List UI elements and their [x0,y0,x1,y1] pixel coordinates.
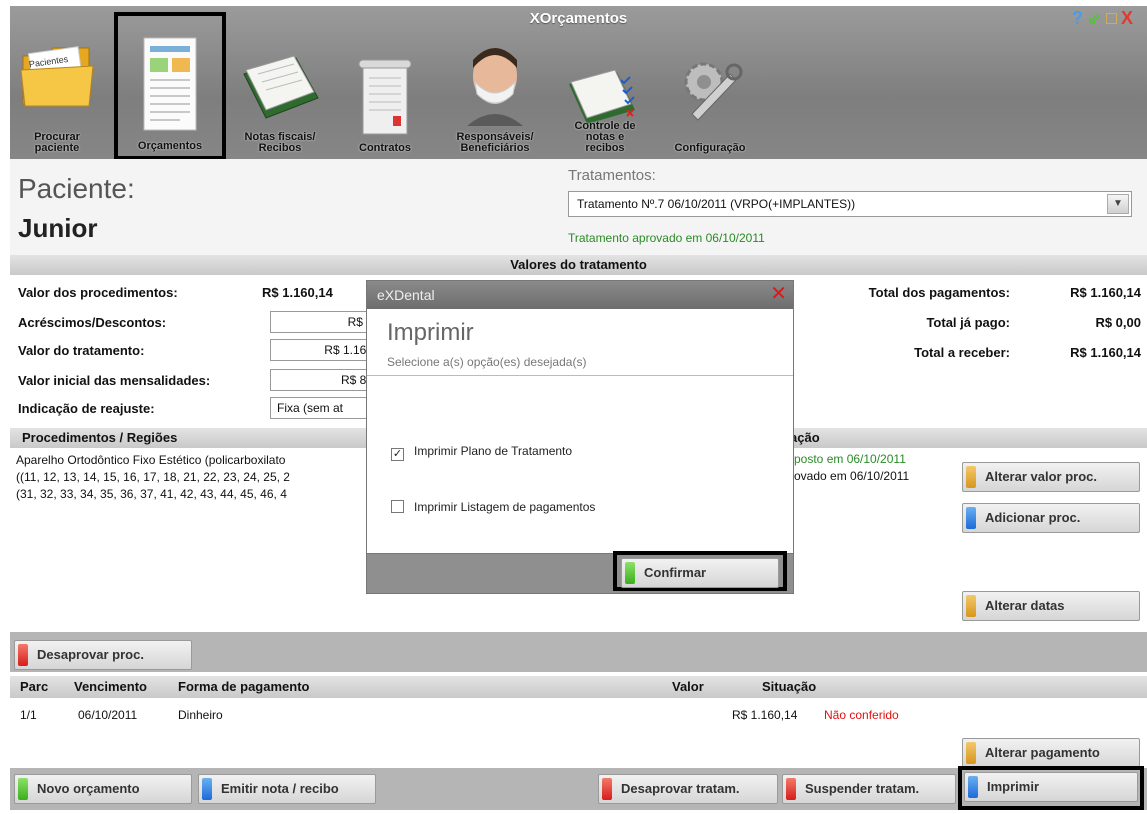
tool-label: Responsáveis/ Beneficiários [456,131,534,154]
suspender-tratam-button[interactable]: Suspender tratam. [782,774,956,804]
situation-header-label: ação [790,430,820,445]
tool-notas-fiscais[interactable]: Notas fiscais/ Recibos [232,18,328,158]
dialog-title-bar: eXDental ✕ [367,281,793,309]
patient-folder-icon: Pacientes [20,46,94,107]
budget-document-icon [143,37,197,131]
col-parc: Parc [20,679,49,694]
adicionar-proc-button[interactable]: Adicionar proc. [962,503,1140,533]
tool-configuracao[interactable]: Configuração [660,18,760,158]
patient-name: Junior [18,213,98,243]
procedure-list[interactable]: Aparelho Ortodôntico Fixo Estético (poli… [16,452,376,503]
receipt-book-icon [243,55,319,119]
close-icon[interactable]: ✕ [770,283,787,305]
procedures-value: R$ 1.160,14 [262,285,333,300]
patient-label: Paciente: [18,173,135,204]
checkbox-icon[interactable] [391,500,404,513]
payments-header: Parc Vencimento Forma de pagamento Valor… [10,676,1147,698]
adjust-label: Acréscimos/Descontos: [18,315,167,330]
settings-tools-icon [684,62,743,121]
monthly-value-label: Valor inicial das mensalidades: [18,373,211,388]
cell-valor: R$ 1.160,14 [732,708,798,722]
procedure-situation: posto em 06/10/2011 [794,452,906,466]
total-payments-value: R$ 1.160,14 [1070,285,1141,300]
option-plano-tratamento[interactable]: ✓ Imprimir Plano de Tratamento [391,444,572,461]
emitir-nota-button[interactable]: Emitir nota / recibo [198,774,376,804]
treatment-selected-value: Tratamento Nº.7 06/10/2011 (VRPO(+IMPLAN… [577,197,856,211]
minimize-icon[interactable]: ⇙ [1087,8,1106,28]
contract-scroll-icon [358,59,412,135]
cell-parc: 1/1 [20,708,37,722]
treatment-status: Tratamento aprovado em 06/10/2011 [568,231,765,245]
tool-label: Notas fiscais/ Recibos [244,131,316,154]
dialog-heading: Imprimir [387,319,474,346]
procedure-situation: ovado em 06/10/2011 [794,469,910,483]
dialog-title: eXDental [377,287,435,303]
tool-label: Configuração [674,142,746,154]
tool-orcamentos[interactable]: Orçamentos [114,12,226,160]
novo-orcamento-button[interactable]: Novo orçamento [14,774,192,804]
print-dialog: eXDental ✕ Imprimir Selecione a(s) opção… [366,280,794,594]
window-controls: ?⇙□X [1072,8,1137,29]
total-paid-value: R$ 0,00 [1095,315,1141,330]
cell-vencimento: 06/10/2011 [78,708,138,722]
reajuste-label: Indicação de reajuste: [18,401,155,416]
option-label: Imprimir Listagem de pagamentos [414,500,596,514]
procedures-value-label: Valor dos procedimentos: [18,285,178,300]
total-paid-label: Total já pago: [926,315,1010,330]
tool-procurar-paciente[interactable]: Pacientes Procurar paciente [12,18,102,158]
treatments-label: Tratamentos: [568,167,656,184]
total-receive-label: Total a receber: [914,345,1010,360]
confirm-highlight: Confirmar [613,551,787,591]
checkbox-checked-icon[interactable]: ✓ [391,448,404,461]
procedure-line: (31, 32, 33, 34, 35, 36, 37, 41, 42, 43,… [16,487,287,501]
tool-controle-notas[interactable]: Controle de notas e recibos [560,18,650,158]
chevron-down-icon[interactable]: ▼ [1107,194,1129,214]
procedure-line: ((11, 12, 13, 14, 15, 16, 17, 18, 21, 22… [16,470,290,484]
cell-situacao: Não conferido [824,708,899,722]
treatment-select[interactable]: Tratamento Nº.7 06/10/2011 (VRPO(+IMPLAN… [568,191,1132,217]
maximize-icon[interactable]: □ [1106,8,1121,28]
main-toolbar: X Orçamentos ?⇙□X Pacientes Procurar paci… [10,6,1147,160]
tool-label: Controle de notas e recibos [574,120,636,154]
cell-forma: Dinheiro [178,708,223,722]
help-icon[interactable]: ? [1072,8,1087,28]
tool-label: Orçamentos [137,140,203,152]
tool-label: Procurar paciente [34,131,80,154]
desaprovar-tratam-button[interactable]: Desaprovar tratam. [598,774,778,804]
alterar-valor-button[interactable]: Alterar valor proc. [962,462,1140,492]
tool-responsaveis[interactable]: Responsáveis/ Beneficiários [442,18,548,158]
total-payments-label: Total dos pagamentos: [868,285,1010,300]
close-icon[interactable]: X [1121,8,1137,28]
col-forma: Forma de pagamento [178,679,310,694]
imprimir-button[interactable]: Imprimir [964,772,1138,802]
procedure-line: Aparelho Ortodôntico Fixo Estético (poli… [16,453,286,467]
tool-contratos[interactable]: Contratos [340,18,430,158]
patient-header: Paciente: Junior Tratamentos: Tratamento… [10,159,1147,255]
confirm-button[interactable]: Confirmar [621,558,779,588]
imprimir-highlight: Imprimir [958,766,1144,810]
alterar-pagamento-button[interactable]: Alterar pagamento [962,738,1140,768]
total-receive-value: R$ 1.160,14 [1070,345,1141,360]
checklist-icon [569,70,635,124]
dentist-avatar-icon [467,48,523,126]
desaprovar-proc-button[interactable]: Desaprovar proc. [14,640,192,670]
values-section-title: Valores do tratamento [10,255,1147,275]
procedures-header-label: Procedimentos / Regiões [22,430,178,445]
alterar-datas-button[interactable]: Alterar datas [962,591,1140,621]
col-valor: Valor [672,679,704,694]
col-situacao: Situação [762,679,817,694]
col-vencimento: Vencimento [74,679,147,694]
tool-label: Contratos [359,142,411,154]
divider [367,375,793,376]
dialog-subtitle: Selecione a(s) opção(es) desejada(s) [387,355,587,369]
treatment-value-label: Valor do tratamento: [18,343,145,358]
option-label: Imprimir Plano de Tratamento [414,444,573,458]
option-listagem-pagamentos[interactable]: Imprimir Listagem de pagamentos [391,500,595,514]
